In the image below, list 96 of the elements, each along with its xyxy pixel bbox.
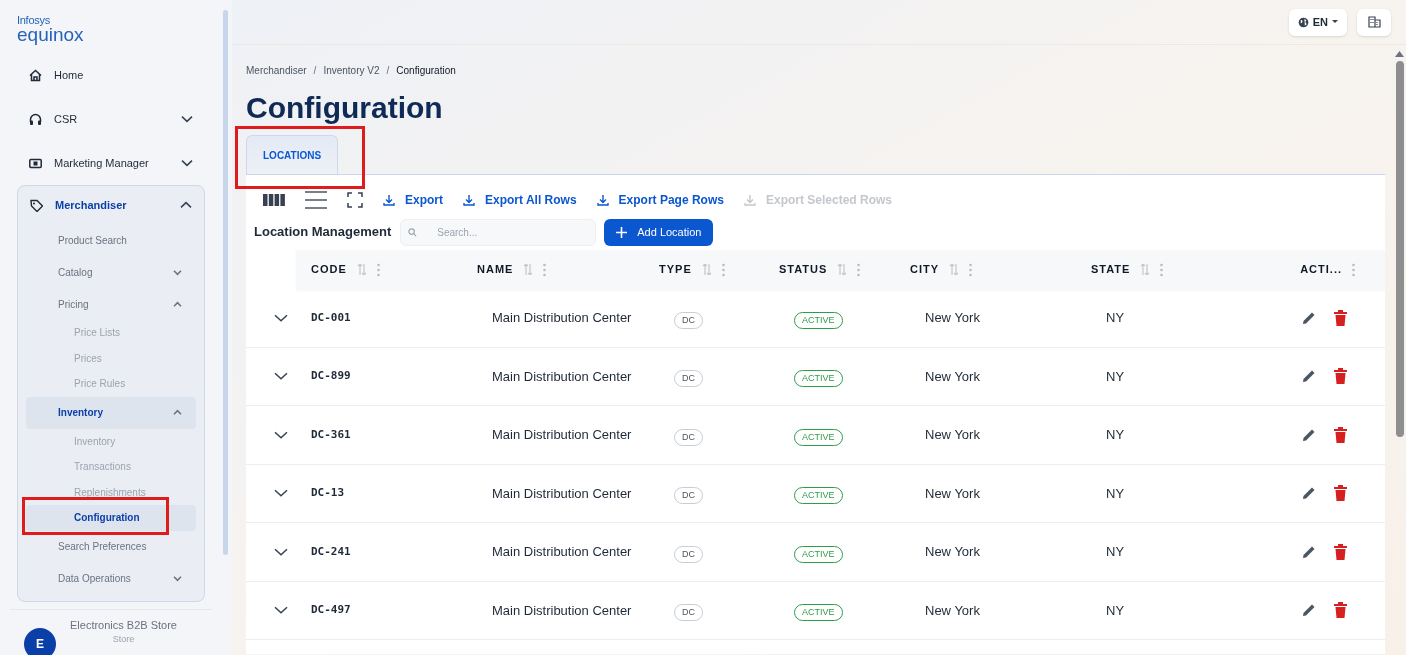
chevron-up-icon[interactable] (173, 299, 182, 309)
tab[interactable]: LOCATIONS (246, 135, 339, 174)
table-title: Location Management (254, 223, 392, 242)
chevron-down-icon[interactable] (181, 157, 193, 169)
nav-item[interactable]: Marketing Manager (17, 141, 205, 185)
plus-icon (616, 226, 628, 238)
search-field[interactable]: Search... (400, 218, 597, 246)
download-icon (463, 194, 475, 206)
caret-icon (1332, 20, 1338, 24)
trash-icon[interactable] (1334, 426, 1347, 443)
search-icon (408, 227, 418, 237)
chevron-up-icon[interactable] (180, 199, 192, 211)
table-cell-text: New York (925, 426, 981, 444)
nav-subitem[interactable]: Pricing (26, 288, 196, 320)
table-cell-text: NY (1106, 367, 1126, 386)
breadcrumb-separator: / (313, 63, 317, 78)
home-icon (29, 68, 42, 82)
sidebar-scrollbar[interactable] (223, 10, 228, 555)
export-button[interactable]: Export All Rows (463, 191, 577, 209)
trash-icon[interactable] (1334, 309, 1347, 326)
breadcrumb-separator: / (386, 63, 390, 78)
add-location-button[interactable]: Add Location (604, 218, 714, 246)
download-icon (383, 194, 395, 206)
store-type: Store (112, 633, 135, 646)
breadcrumb-link[interactable]: Inventory V2 (323, 62, 380, 78)
table-cell-text: DC-13 (311, 485, 346, 501)
nav-subitem[interactable]: Data Operations (26, 562, 196, 595)
column-header[interactable]: CODE (311, 261, 347, 278)
table-cell-text: Main Distribution Center (492, 601, 633, 620)
column-header[interactable]: ACTI... (1300, 261, 1342, 278)
chevron-up-icon[interactable] (173, 408, 182, 417)
table-cell-text: New York (925, 309, 981, 327)
globe-icon (1297, 16, 1309, 28)
column-header[interactable]: CITY (910, 261, 940, 278)
table-cell-text: New York (925, 484, 981, 503)
table-cell-text: New York (925, 543, 981, 561)
scroll-up-icon[interactable] (1395, 51, 1404, 57)
logo-text: Infosys (17, 15, 51, 26)
export-button[interactable]: Export Page Rows (596, 191, 724, 209)
nav-subitem[interactable]: Catalog (26, 256, 196, 288)
table-cell-text: Main Distribution Center (492, 367, 633, 386)
nav-subitem[interactable]: Configuration (26, 505, 196, 531)
table-cell-text: New York (925, 601, 981, 620)
table-cell-text: Main Distribution Center (492, 484, 633, 503)
table-cell-text: NY (1106, 484, 1126, 503)
trash-icon[interactable] (1334, 543, 1347, 560)
table-cell-text: DC-241 (311, 543, 352, 560)
page-scrollbar[interactable] (1395, 61, 1404, 437)
export-button: Export Selected Rows (743, 191, 892, 209)
pencil-icon[interactable] (1301, 602, 1317, 619)
page-title: Configuration (246, 91, 444, 125)
table-cell-text: DC-899 (311, 368, 352, 384)
breadcrumb-link[interactable]: Merchandiser (246, 62, 307, 78)
chevron-down-icon[interactable] (181, 113, 193, 125)
nav-item[interactable]: Home (17, 53, 205, 97)
trash-icon[interactable] (1334, 485, 1347, 502)
nav-item[interactable]: CSR (17, 97, 205, 141)
table-cell-text: NY (1106, 426, 1126, 444)
table-cell-text: DC-361 (311, 426, 352, 443)
table-cell-text: New York (925, 367, 981, 386)
pencil-icon[interactable] (1301, 485, 1317, 502)
tag-icon (30, 198, 43, 212)
column-header[interactable]: STATE (1091, 261, 1131, 278)
pencil-icon[interactable] (1301, 368, 1317, 385)
trash-icon[interactable] (1334, 602, 1347, 619)
download-icon (596, 194, 609, 206)
store-name: Electronics B2B Store (70, 618, 177, 632)
nav-subitem[interactable]: Inventory (26, 396, 196, 429)
columns-icon[interactable] (263, 193, 285, 207)
nav-group-header[interactable]: Merchandiser (18, 186, 204, 224)
logo-text: equinox (17, 26, 85, 44)
table-cell-text: DC-497 (311, 602, 352, 618)
table-cell-text: Main Distribution Center (492, 309, 633, 327)
column-header[interactable]: TYPE (659, 261, 692, 278)
export-button[interactable]: Export (383, 191, 443, 209)
building-icon (1367, 16, 1381, 28)
headset-icon (29, 112, 42, 126)
nav-subitem[interactable]: Product Search (26, 224, 196, 256)
column-header[interactable]: NAME (477, 261, 514, 278)
table-cell-text: Main Distribution Center (492, 426, 633, 444)
fullscreen-icon[interactable] (347, 192, 363, 208)
breadcrumb-current: Configuration (396, 63, 456, 78)
language-selector[interactable]: EN (1288, 8, 1347, 36)
column-header[interactable]: STATUS (779, 261, 828, 278)
store-avatar[interactable]: E (24, 628, 56, 655)
trash-icon[interactable] (1334, 368, 1347, 385)
download-icon (743, 194, 756, 206)
table-cell-text: DC-001 (311, 309, 352, 326)
table-cell-text: Main Distribution Center (492, 543, 633, 561)
table-cell-text: NY (1106, 309, 1126, 327)
table-cell-text: NY (1106, 543, 1126, 561)
nav-subitem[interactable]: Search Preferences (26, 530, 196, 563)
money-icon (29, 156, 42, 170)
store-switch-button[interactable] (1357, 8, 1391, 36)
density-icon[interactable] (305, 191, 327, 209)
table-cell-text: NY (1106, 601, 1126, 620)
